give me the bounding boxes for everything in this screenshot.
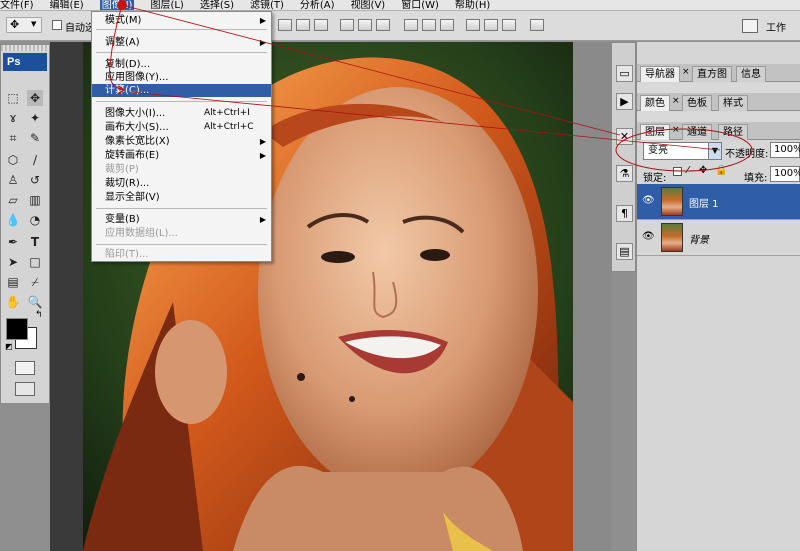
annotation-overlay xyxy=(109,0,753,172)
annotation-ellipse xyxy=(615,128,753,172)
annotation-arrowhead xyxy=(117,85,125,95)
annotation-line xyxy=(109,4,125,91)
annotation-line xyxy=(129,91,721,151)
